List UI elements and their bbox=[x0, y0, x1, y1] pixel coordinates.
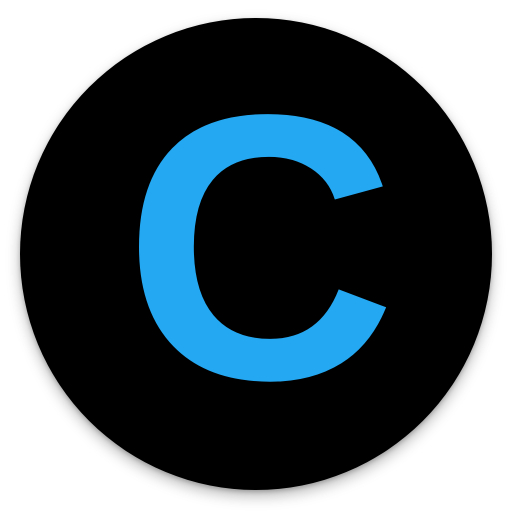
app-icon-circle: C bbox=[20, 18, 492, 490]
logo-letter: C bbox=[123, 37, 397, 459]
app-icon-canvas: C bbox=[0, 0, 512, 512]
